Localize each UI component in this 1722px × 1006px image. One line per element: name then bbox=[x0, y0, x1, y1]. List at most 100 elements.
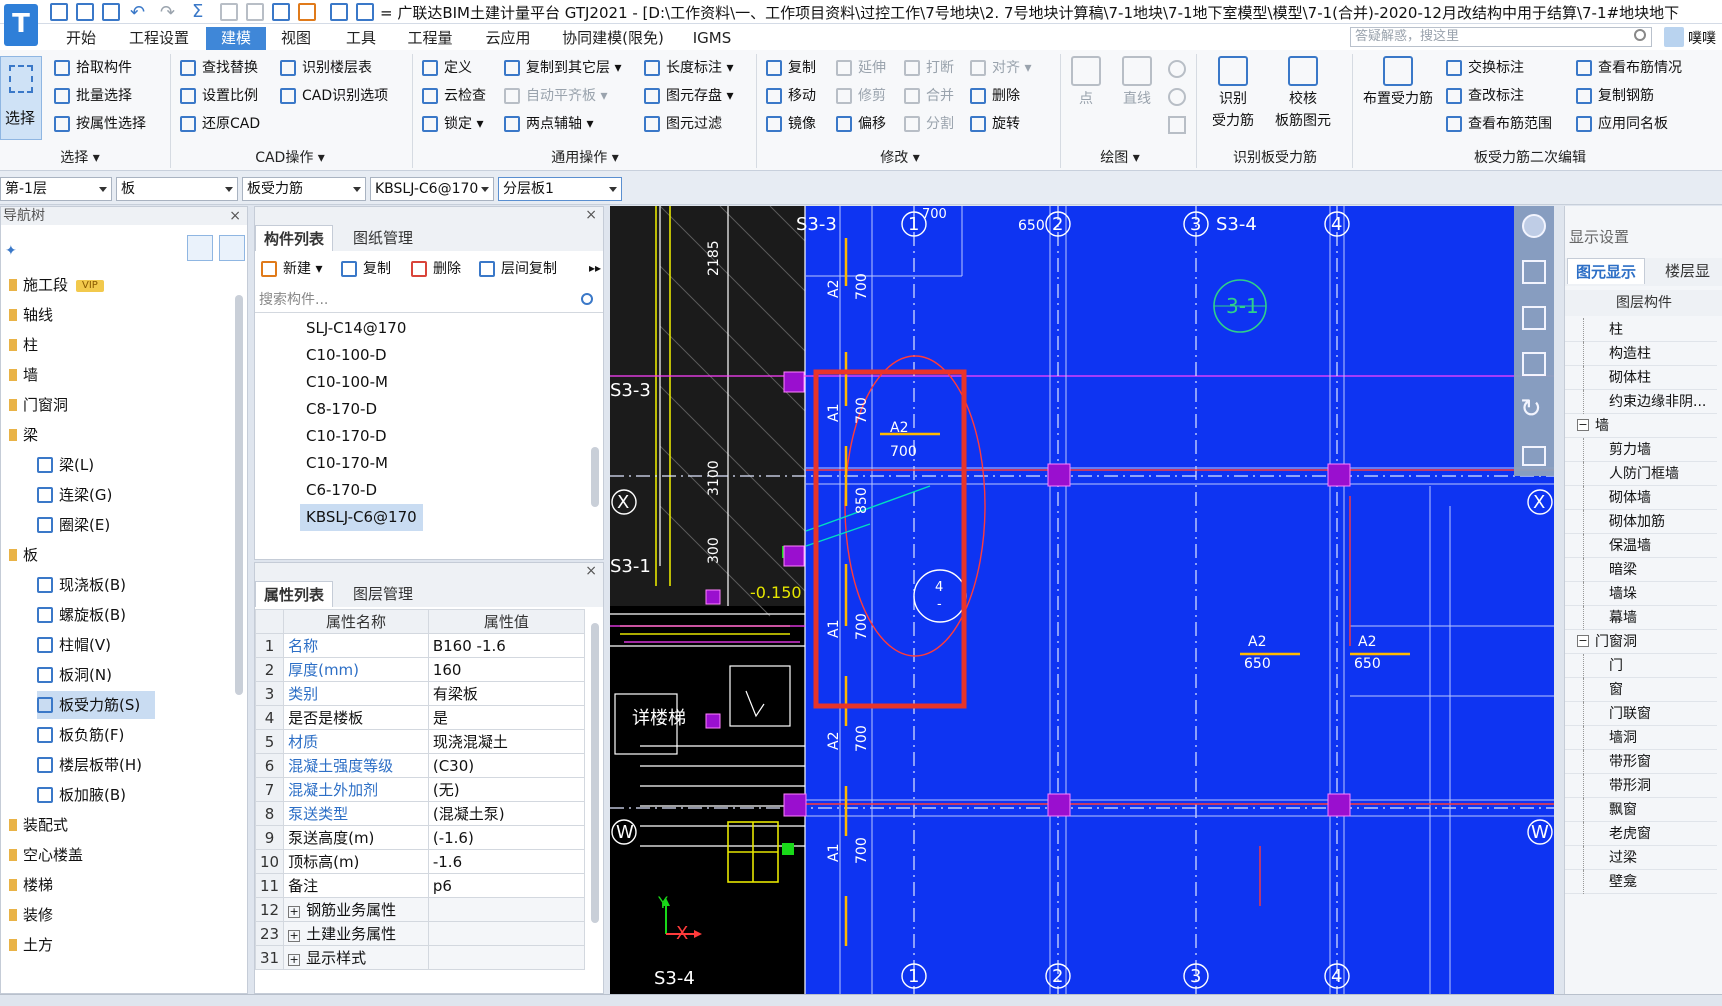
display-layer-item[interactable]: 壁龛 bbox=[1565, 870, 1717, 894]
property-value[interactable] bbox=[427, 897, 586, 922]
auto-align-slab-button[interactable]: 自动平齐板 ▾ bbox=[502, 84, 607, 108]
tab-quantity[interactable]: 工程量 bbox=[400, 27, 460, 50]
close-icon[interactable]: × bbox=[585, 563, 597, 579]
element-save-button[interactable]: 图元存盘 ▾ bbox=[642, 84, 733, 108]
nav-item[interactable]: 连梁(G) bbox=[37, 481, 112, 509]
cad-drawing[interactable]: S3-3 1 650 2 3 S3-4 4 S3-4 1 2 3 4 S3-3 … bbox=[610, 206, 1554, 994]
property-row[interactable]: 12 + 钢筋业务属性 bbox=[254, 897, 586, 922]
collapse-icon[interactable]: − bbox=[1577, 635, 1589, 647]
nav-item[interactable]: 螺旋板(B) bbox=[37, 601, 126, 629]
3d-view-icon[interactable] bbox=[1522, 260, 1546, 284]
copy-button[interactable]: 复制 bbox=[764, 56, 816, 80]
nav-item[interactable]: 板洞(N) bbox=[37, 661, 112, 689]
cad-group-label[interactable]: CAD操作 ▾ bbox=[240, 148, 340, 168]
cube-view-icon[interactable] bbox=[1522, 352, 1546, 376]
extend-button[interactable]: 延伸 bbox=[834, 56, 886, 80]
element-filter-button[interactable]: 图元过滤 bbox=[642, 112, 722, 136]
property-row[interactable]: 11 备注 p6 bbox=[254, 873, 586, 898]
property-row[interactable]: 6 混凝土强度等级 (C30) bbox=[254, 753, 586, 778]
nav-item[interactable]: 门窗洞 bbox=[9, 391, 68, 419]
circle-icon[interactable] bbox=[1168, 88, 1186, 106]
plan-view-icon[interactable] bbox=[1522, 306, 1546, 330]
list-view-icon[interactable] bbox=[187, 235, 213, 261]
property-row[interactable]: 7 混凝土外加剂 (无) bbox=[254, 777, 586, 802]
rotate-button[interactable]: 旋转 bbox=[968, 112, 1020, 136]
property-value[interactable] bbox=[427, 921, 586, 946]
nav-item[interactable]: 楼层板带(H) bbox=[37, 751, 142, 779]
nav-item[interactable]: 板负筋(F) bbox=[37, 721, 124, 749]
display-layer-item[interactable]: 柱 bbox=[1565, 318, 1717, 342]
help-search-input[interactable]: 答疑解惑，搜这里 bbox=[1350, 27, 1652, 47]
select-button[interactable]: 选择 bbox=[0, 56, 42, 140]
component-list-item[interactable]: KBSLJ-C6@170 bbox=[300, 504, 423, 531]
expand-icon[interactable]: + bbox=[288, 930, 301, 942]
tab-floor-display[interactable]: 楼层显示 bbox=[1657, 258, 1722, 306]
property-value[interactable]: 有梁板 bbox=[427, 681, 586, 706]
component-list-item[interactable]: C10-170-M bbox=[300, 450, 394, 477]
batch-select-button[interactable]: 批量选择 bbox=[52, 84, 132, 108]
new-component-button[interactable]: 新建 ▾ bbox=[259, 257, 322, 281]
cloud-check-button[interactable]: 云检查 bbox=[420, 84, 486, 108]
property-value[interactable]: (无) bbox=[427, 777, 586, 802]
floor-copy-button[interactable]: 层间复制 bbox=[477, 257, 557, 281]
nav-item[interactable]: 梁(L) bbox=[37, 451, 94, 479]
display-layer-item[interactable]: 砌体墙 bbox=[1565, 486, 1717, 510]
property-row[interactable]: 10 顶标高(m) -1.6 bbox=[254, 849, 586, 874]
view-range-button[interactable]: 查看布筋范围 bbox=[1444, 112, 1552, 136]
more-icon[interactable]: ▸▸ bbox=[589, 261, 601, 275]
nav-item[interactable]: 圈梁(E) bbox=[37, 511, 110, 539]
property-row[interactable]: 2 厚度(mm) 160 bbox=[254, 657, 586, 682]
tab-project-settings[interactable]: 工程设置 bbox=[124, 27, 194, 50]
search-icon[interactable] bbox=[581, 293, 593, 305]
property-value[interactable]: 现浇混凝土 bbox=[427, 729, 586, 754]
offset-button[interactable]: 偏移 bbox=[834, 112, 886, 136]
display-layer-item[interactable]: 门联窗 bbox=[1565, 702, 1717, 726]
edit-icon[interactable] bbox=[298, 3, 316, 21]
save-icon[interactable] bbox=[102, 3, 120, 21]
refresh-icon[interactable]: ↻ bbox=[1520, 394, 1542, 424]
display-layer-item[interactable]: 剪力墙 bbox=[1565, 438, 1717, 462]
select-group-label[interactable]: 选择 ▾ bbox=[40, 148, 120, 168]
place-rebar-button[interactable]: 布置受力筋 bbox=[1356, 56, 1440, 110]
identify-floor-table-button[interactable]: 识别楼层表 bbox=[278, 56, 372, 80]
grid-icon[interactable] bbox=[330, 3, 348, 21]
close-icon[interactable]: × bbox=[585, 207, 597, 223]
nav-item[interactable]: 柱 bbox=[9, 331, 38, 359]
two-point-axis-button[interactable]: 两点辅轴 ▾ bbox=[502, 112, 593, 136]
display-layer-item[interactable]: 墙洞 bbox=[1565, 726, 1717, 750]
nav-item[interactable]: 装配式 bbox=[9, 811, 68, 839]
component-select[interactable]: KBSLJ-C6@170 bbox=[370, 177, 494, 201]
subtype-select[interactable]: 板受力筋 bbox=[242, 177, 366, 201]
component-list-item[interactable]: SLJ-C14@170 bbox=[300, 315, 412, 342]
draw-group-label[interactable]: 绘图 ▾ bbox=[1080, 148, 1160, 168]
display-layer-item[interactable]: 窗 bbox=[1565, 678, 1717, 702]
split-button[interactable]: 分割 bbox=[902, 112, 954, 136]
restore-cad-button[interactable]: 还原CAD bbox=[178, 112, 260, 136]
nav-item[interactable]: 梁 bbox=[9, 421, 38, 449]
component-search-input[interactable]: 搜索构件... bbox=[255, 287, 603, 313]
property-value[interactable]: (C30) bbox=[427, 753, 586, 778]
display-layer-item[interactable]: 幕墙 bbox=[1565, 606, 1717, 630]
cad-options-button[interactable]: CAD识别选项 bbox=[278, 84, 388, 108]
tab-component-list[interactable]: 构件列表 bbox=[255, 225, 334, 251]
nav-item[interactable]: 楼梯 bbox=[9, 871, 53, 899]
nav-item[interactable]: 板加腋(B) bbox=[37, 781, 126, 809]
undo-icon[interactable]: ↶ bbox=[130, 2, 145, 23]
display-layer-item[interactable]: 飘窗 bbox=[1565, 798, 1717, 822]
scrollbar[interactable] bbox=[235, 295, 243, 695]
rect-icon[interactable] bbox=[1168, 116, 1186, 134]
tab-modeling[interactable]: 建模 bbox=[206, 27, 266, 50]
calc-icon[interactable] bbox=[246, 3, 264, 21]
nav-item[interactable]: 柱帽(V) bbox=[37, 631, 111, 659]
export-icon[interactable] bbox=[356, 3, 374, 21]
check-icon[interactable] bbox=[272, 3, 290, 21]
avatar[interactable] bbox=[1664, 27, 1684, 47]
delete-button[interactable]: 删除 bbox=[968, 84, 1020, 108]
nav-item[interactable]: 板受力筋(S) bbox=[37, 691, 155, 719]
copy-component-button[interactable]: 复制 bbox=[339, 257, 391, 281]
nav-item[interactable]: 墙 bbox=[9, 361, 38, 389]
merge-button[interactable]: 合并 bbox=[902, 84, 954, 108]
app-logo-icon[interactable]: T bbox=[4, 4, 38, 46]
common-group-label[interactable]: 通用操作 ▾ bbox=[530, 148, 640, 168]
nav-item[interactable]: 施工段 VIP bbox=[9, 271, 104, 299]
